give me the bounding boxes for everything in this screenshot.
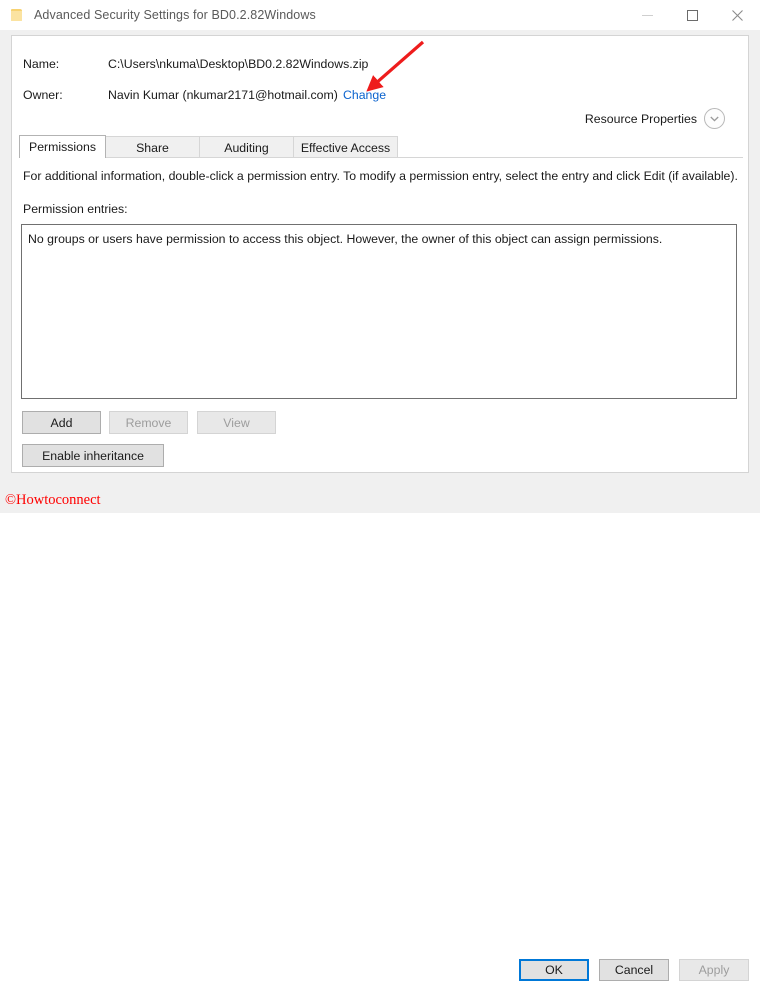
permission-entries-list[interactable]: No groups or users have permission to ac… <box>21 224 737 399</box>
enable-inheritance-button-label: Enable inheritance <box>42 448 144 463</box>
ok-button-label: OK <box>545 963 563 977</box>
owner-value: Navin Kumar (nkumar2171@hotmail.com) <box>108 88 338 102</box>
close-icon[interactable] <box>715 0 760 30</box>
add-button-label: Add <box>50 415 73 430</box>
window-controls <box>625 0 760 30</box>
tab-list: Permissions Share Auditing Effective Acc… <box>19 135 398 158</box>
tab-strip-underline <box>19 157 743 158</box>
add-button[interactable]: Add <box>22 411 101 434</box>
remove-button: Remove <box>109 411 188 434</box>
permissions-info-text: For additional information, double-click… <box>23 169 738 183</box>
view-button-label: View <box>223 415 250 430</box>
window-title: Advanced Security Settings for BD0.2.82W… <box>34 8 316 22</box>
tab-effective-access[interactable]: Effective Access <box>293 136 398 158</box>
folder-icon <box>9 7 25 23</box>
name-value: C:\Users\nkuma\Desktop\BD0.2.82Windows.z… <box>108 57 369 71</box>
view-button: View <box>197 411 276 434</box>
tab-strip: Permissions Share Auditing Effective Acc… <box>19 135 743 158</box>
resource-properties-label: Resource Properties <box>584 111 697 126</box>
change-owner-link[interactable]: Change <box>343 88 386 102</box>
permission-entries-empty-message: No groups or users have permission to ac… <box>28 232 663 246</box>
watermark: ©Howtoconnect <box>5 492 101 508</box>
dialog-footer: OK Cancel Apply <box>0 473 760 981</box>
owner-label: Owner: <box>23 88 63 102</box>
apply-button: Apply <box>679 959 749 981</box>
cancel-button[interactable]: Cancel <box>599 959 669 981</box>
tab-auditing-label: Auditing <box>224 140 269 155</box>
apply-button-label: Apply <box>698 963 730 977</box>
ok-button[interactable]: OK <box>519 959 589 981</box>
enable-inheritance-button[interactable]: Enable inheritance <box>22 444 164 467</box>
resource-properties-toggle[interactable]: Resource Properties <box>585 108 725 129</box>
minimize-icon[interactable] <box>625 0 670 30</box>
maximize-icon[interactable] <box>670 0 715 30</box>
tab-auditing[interactable]: Auditing <box>199 136 294 158</box>
tab-permissions[interactable]: Permissions <box>19 135 106 158</box>
title-bar[interactable]: Advanced Security Settings for BD0.2.82W… <box>0 0 760 30</box>
advanced-security-settings-dialog: Advanced Security Settings for BD0.2.82W… <box>0 0 760 981</box>
tab-share[interactable]: Share <box>105 136 200 158</box>
dialog-client-area: Name: C:\Users\nkuma\Desktop\BD0.2.82Win… <box>11 35 749 473</box>
remove-button-label: Remove <box>125 415 172 430</box>
tab-effective-access-label: Effective Access <box>300 140 391 155</box>
tab-permissions-label: Permissions <box>29 140 96 154</box>
cancel-button-label: Cancel <box>614 963 654 977</box>
permission-entries-label: Permission entries: <box>23 202 128 216</box>
name-label: Name: <box>23 57 60 71</box>
chevron-down-circle-icon <box>704 108 725 129</box>
tab-share-label: Share <box>136 140 169 155</box>
